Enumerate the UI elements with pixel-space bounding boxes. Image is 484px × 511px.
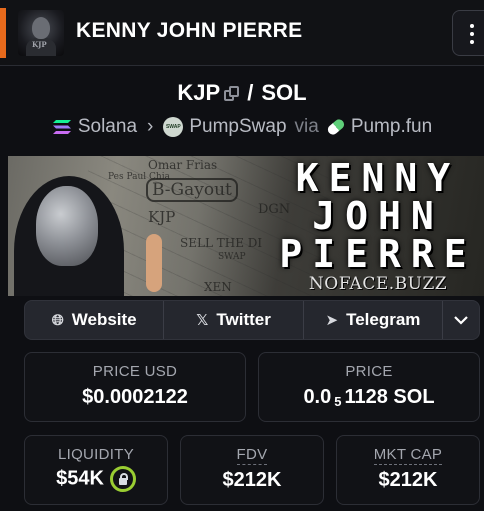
copy-icon[interactable] xyxy=(224,86,240,101)
token-header: KJP KENNY JOHN PIERRE xyxy=(0,0,484,66)
website-button[interactable]: 🌐︎ Website xyxy=(25,301,165,339)
kebab-dot-icon xyxy=(470,24,474,28)
website-label: Website xyxy=(71,310,137,329)
pair-base: KJP xyxy=(177,80,221,105)
more-options-button[interactable] xyxy=(452,10,484,56)
banner-scribble: SELL THE DI xyxy=(180,236,263,250)
mktcap-label[interactable]: MKT CAP xyxy=(337,446,479,465)
banner-scribble: KJP xyxy=(148,208,176,226)
kebab-dot-icon xyxy=(470,32,474,36)
banner-scribble: SWAP xyxy=(218,252,246,262)
launchpad-link[interactable]: Pump.fun xyxy=(351,116,432,137)
pumpfun-icon xyxy=(325,117,346,137)
fdv-card: FDV $212K xyxy=(180,435,324,505)
price-usd-card: PRICE USD $0.0002122 xyxy=(24,352,246,422)
pair-title: KJP / SOL xyxy=(0,80,484,106)
token-banner: Omar Frias B-Gayout Pes Paul Chia KJP SE… xyxy=(8,156,484,296)
token-name: KENNY JOHN PIERRE xyxy=(76,19,303,42)
chevron-down-icon xyxy=(454,316,468,325)
mktcap-card: MKT CAP $212K xyxy=(336,435,480,505)
telegram-icon: ➤ xyxy=(325,312,339,329)
header-accent-bar xyxy=(0,8,6,58)
price-usd-label: PRICE USD xyxy=(92,363,178,380)
pumpswap-icon xyxy=(163,117,184,137)
liquidity-value-row: $54K xyxy=(25,466,167,492)
liquidity-label: LIQUIDITY xyxy=(57,446,135,463)
kebab-dot-icon xyxy=(470,40,474,44)
price-native-card: PRICE 0.0 5 1128 SOL xyxy=(258,352,480,422)
avatar-head xyxy=(32,17,50,39)
twitter-button[interactable]: 𝕏 Twitter xyxy=(164,301,304,339)
social-links-bar: 🌐︎ Website 𝕏 Twitter ➤ Telegram xyxy=(24,300,480,340)
mktcap-label-text: MKT CAP xyxy=(373,446,443,465)
more-links-button[interactable] xyxy=(443,301,479,339)
price-native-suffix: 1128 SOL xyxy=(344,386,435,408)
solana-icon xyxy=(52,120,71,134)
banner-figure-mask xyxy=(36,186,98,266)
price-native-value: 0.0 5 1128 SOL xyxy=(259,386,479,409)
avatar-text: KJP xyxy=(32,40,47,49)
banner-pointing-finger xyxy=(146,234,162,292)
price-zero-count: 5 xyxy=(334,394,342,409)
liquidity-value: $54K xyxy=(56,467,104,490)
fdv-label[interactable]: FDV xyxy=(181,446,323,465)
pair-quote: SOL xyxy=(261,80,307,105)
telegram-label: Telegram xyxy=(346,310,421,329)
fdv-value: $212K xyxy=(222,469,282,491)
via-label: via xyxy=(294,116,319,137)
twitter-label: Twitter xyxy=(216,310,271,329)
globe-icon: 🌐︎ xyxy=(51,311,64,329)
route-line: Solana › PumpSwap via Pump.fun xyxy=(0,116,484,138)
x-logo-icon: 𝕏 xyxy=(196,312,209,329)
mktcap-value: $212K xyxy=(378,469,438,491)
telegram-button[interactable]: ➤ Telegram xyxy=(304,301,444,339)
lock-icon[interactable] xyxy=(109,466,136,492)
price-native-prefix: 0.0 xyxy=(303,386,332,408)
banner-scribble: Pes Paul Chia xyxy=(108,172,170,182)
price-usd-value: $0.0002122 xyxy=(82,386,188,408)
chevron-right-icon: › xyxy=(147,116,154,137)
price-native-label: PRICE xyxy=(345,363,393,380)
token-avatar: KJP xyxy=(18,10,64,56)
banner-site-text: NOFACE.BUZZ xyxy=(308,274,448,294)
liquidity-card: LIQUIDITY $54K xyxy=(24,435,168,505)
banner-scribble: Omar Frias xyxy=(148,158,218,172)
chain-link[interactable]: Solana xyxy=(78,116,137,137)
fdv-label-text: FDV xyxy=(236,446,268,465)
pair-separator: / xyxy=(247,80,254,105)
banner-title-line3: PIERRE xyxy=(279,232,477,276)
banner-scribble: XEN xyxy=(204,280,232,294)
dex-link[interactable]: PumpSwap xyxy=(189,116,286,137)
